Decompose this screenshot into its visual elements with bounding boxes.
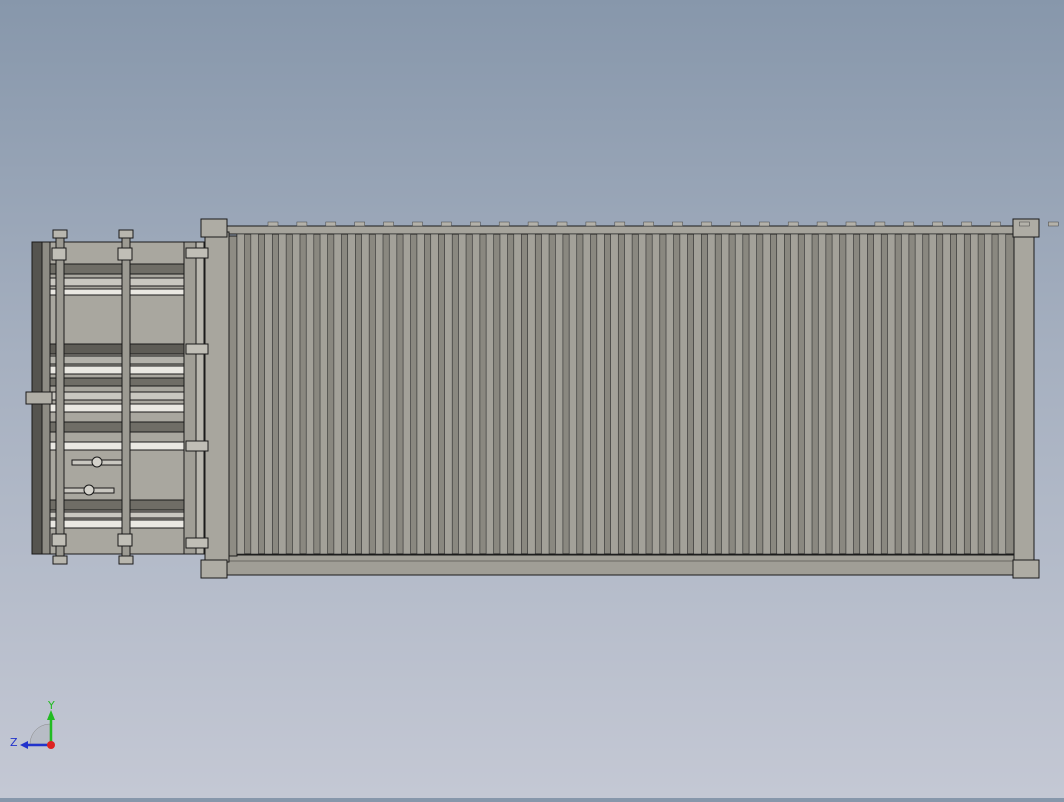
corrugation-rib (292, 233, 301, 555)
roof-bump (961, 221, 972, 227)
roof-bump (470, 221, 481, 227)
corrugation-rib (914, 233, 924, 555)
corrugation-rib (250, 233, 259, 555)
corrugation-rib (831, 233, 841, 555)
corrugation-rib (817, 233, 827, 555)
corrugation-rib (693, 233, 702, 555)
corrugation-rib (471, 233, 481, 555)
corrugation-rib (734, 233, 744, 555)
corrugation-rib (402, 233, 411, 555)
corrugation-rib (679, 233, 688, 555)
roof-bump (527, 221, 539, 227)
corrugation-rib (554, 233, 564, 555)
corner-casting (200, 559, 228, 579)
corrugation-rib (790, 233, 799, 555)
corrugation-rib (333, 233, 342, 555)
roof-bump (325, 221, 337, 227)
corrugation-rib (887, 233, 896, 555)
corrugation-rib (416, 233, 425, 555)
corner-casting (1012, 218, 1040, 238)
corner-casting (200, 218, 228, 238)
container-drawing (25, 218, 1059, 579)
corrugation-rib (873, 233, 882, 555)
z-arrow-head (20, 741, 28, 749)
corrugation-rib (388, 233, 398, 555)
corrugation-rib (651, 233, 661, 555)
roof-bump (383, 221, 394, 227)
corrugation-rib (568, 233, 578, 555)
roof-bump (730, 221, 741, 227)
corrugation-rib (997, 233, 1007, 555)
roof-bump (701, 221, 712, 227)
door-end (25, 229, 209, 565)
corrugation-rib (347, 233, 356, 555)
triad-quadrant (29, 723, 51, 745)
corrugation-rib (596, 233, 605, 555)
roof-bump (267, 221, 279, 227)
corrugation-rib (430, 233, 439, 555)
y-axis-label: Y (47, 699, 55, 712)
roof-bump (759, 221, 770, 227)
roof-bump (932, 221, 943, 227)
roof-bump (296, 221, 308, 227)
corrugation-rib (984, 233, 993, 555)
corrugation-rib (485, 233, 495, 555)
roof-bump (990, 221, 1001, 227)
corrugation-rib (859, 233, 868, 555)
roof-bump (412, 221, 423, 227)
corrugation-rib (582, 233, 591, 555)
corrugation-rib (458, 233, 467, 555)
roof-bump (498, 221, 510, 227)
corrugation-rib (361, 233, 370, 555)
corrugation-rib (748, 233, 757, 555)
roof-bumps (267, 221, 1059, 227)
corrugation-rib (762, 233, 771, 555)
roof-bump (556, 221, 568, 227)
roof-bump (787, 221, 799, 227)
corrugation-rib (624, 233, 633, 555)
roof-bump (614, 221, 626, 227)
corrugation-rib (236, 233, 245, 555)
roof-bump (672, 221, 683, 227)
corrugation-rib (707, 233, 716, 555)
corrugation-rib (513, 233, 522, 555)
roof-bump (643, 221, 654, 227)
corrugation-rib (305, 233, 315, 555)
corrugation-rib (541, 233, 550, 555)
corrugation-rib (956, 233, 965, 555)
corrugation-rib (527, 233, 536, 555)
roof-bump (1019, 221, 1030, 227)
corrugation-rib (845, 233, 854, 555)
corrugation-rib (804, 233, 813, 555)
corrugation-rib (665, 233, 674, 555)
corrugation-rib (970, 233, 979, 555)
corrugation-rib (721, 233, 730, 555)
corrugation-rib (928, 233, 937, 555)
roof-bump (441, 221, 452, 227)
corner-casting (1012, 559, 1040, 579)
container-body (200, 218, 1059, 579)
corrugation-rib (444, 233, 453, 555)
roof-bump (845, 221, 857, 227)
corrugation-rib (610, 233, 619, 555)
corrugation-rib (264, 233, 273, 555)
roof-bump (874, 221, 886, 227)
roof-bump (354, 221, 365, 227)
corrugation-rib (278, 233, 287, 555)
x-axis-dot (47, 741, 55, 749)
corrugation-rib (638, 233, 647, 555)
corrugation-rib (375, 233, 384, 555)
corrugation-rib (942, 233, 951, 555)
z-axis-label: Z (10, 736, 18, 749)
corrugation-rib (319, 233, 328, 555)
roof-bump (1048, 221, 1059, 227)
roof-bump (816, 221, 828, 227)
orientation-triad[interactable]: Y Z (8, 698, 68, 758)
roof-bump (903, 221, 915, 227)
corrugation-rib (499, 233, 508, 555)
corrugation-rib (900, 233, 910, 555)
corrugation-rib (776, 233, 785, 555)
roof-bump (585, 221, 597, 227)
cad-viewport[interactable] (0, 0, 1064, 798)
